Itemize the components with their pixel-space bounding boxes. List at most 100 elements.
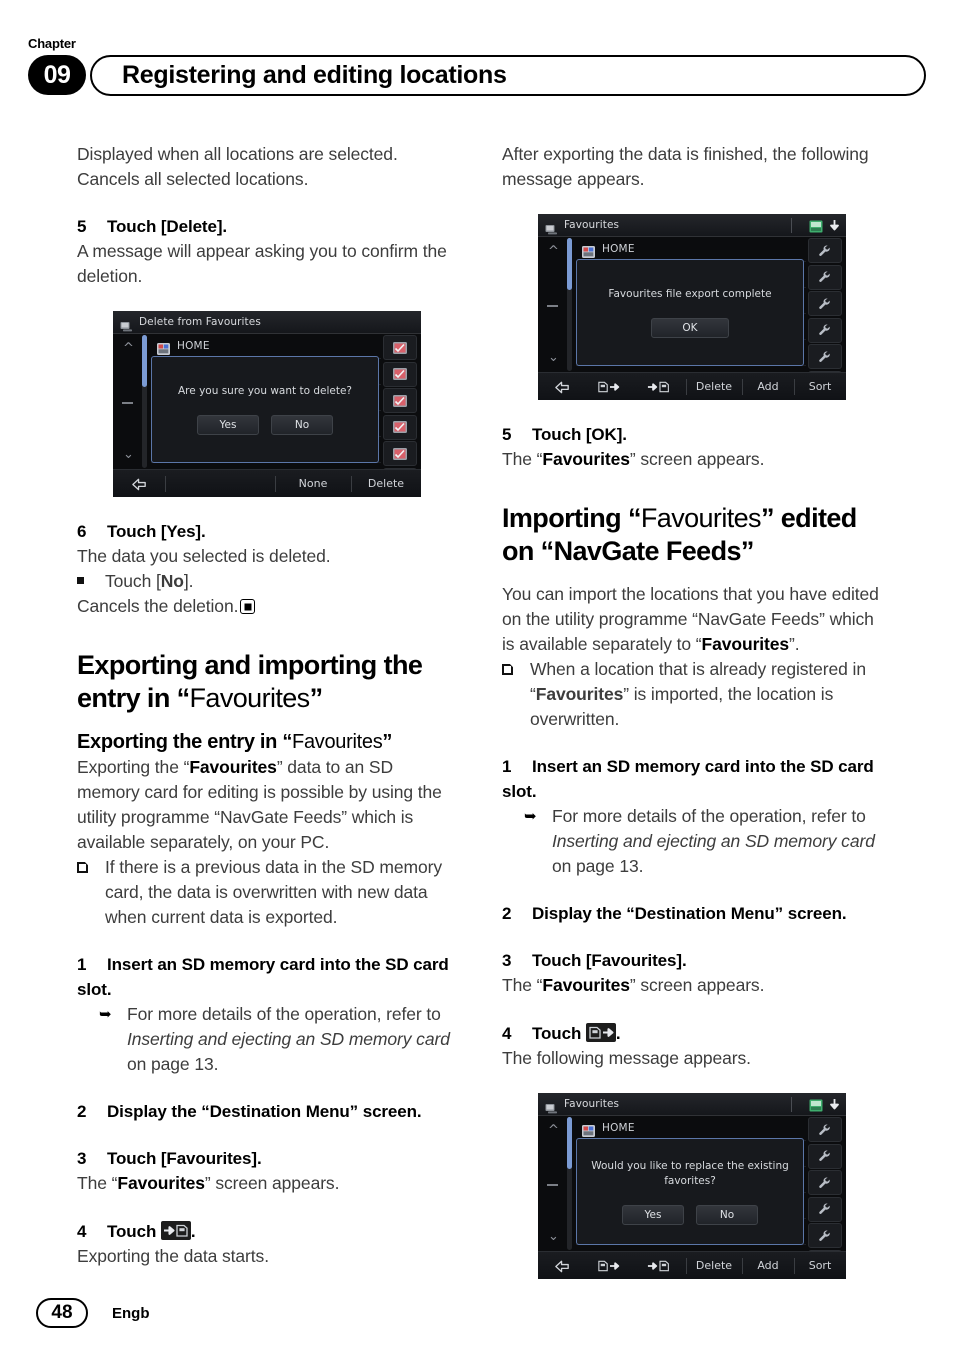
- note-overwrite-bold: Favourites: [535, 684, 624, 704]
- scroll-up-icon[interactable]: ^: [123, 342, 134, 355]
- right-step-1-note-text: For more details of the operation, refer…: [552, 804, 882, 879]
- reference-arrow-icon: ➥: [524, 808, 537, 825]
- download-arrow-icon[interactable]: [829, 1097, 840, 1116]
- right-step-5-text: Touch [OK].: [532, 425, 627, 444]
- right-step-5-number: 5: [502, 425, 512, 444]
- section-heading-importing: Importing “Favourites” edited on “NavGat…: [502, 502, 882, 568]
- step-6-heading: 6 Touch [Yes].: [77, 519, 457, 544]
- screenshot-delete-from-favourites: Delete from Favourites ^ ⌄ HOME Are you …: [113, 311, 421, 497]
- exporting-paragraph-bold: Favourites: [189, 757, 277, 777]
- scroll-down-icon[interactable]: ⌄: [548, 1230, 559, 1243]
- scroll-up-icon[interactable]: ^: [548, 1124, 559, 1137]
- wrench-icon[interactable]: [808, 1143, 842, 1169]
- delete-check-icon[interactable]: [383, 441, 417, 466]
- download-arrow-icon[interactable]: [829, 218, 840, 237]
- right-step-1-text: Insert an SD memory card into the SD car…: [502, 757, 874, 801]
- page-number: 48: [36, 1298, 88, 1328]
- add-button[interactable]: Add: [742, 1252, 794, 1279]
- wrench-icon[interactable]: [808, 238, 842, 263]
- note-previous-data: If there is a previous data in the SD me…: [77, 855, 457, 930]
- scroll-down-icon[interactable]: ⌄: [123, 448, 134, 461]
- step-4-body: Exporting the data starts.: [77, 1246, 269, 1266]
- dialog-message: Would you like to replace the existing f…: [591, 1159, 789, 1187]
- import-from-sd-icon[interactable]: [586, 1252, 634, 1279]
- delete-check-icon[interactable]: [383, 335, 417, 360]
- scroll-thumb[interactable]: [142, 335, 147, 387]
- note-overwrite: When a location that is already register…: [502, 657, 882, 732]
- delete-check-icon[interactable]: [383, 414, 417, 440]
- language-code: Engb: [112, 1304, 150, 1322]
- note-bold: No: [160, 571, 184, 591]
- scroll-down-icon[interactable]: ⌄: [548, 351, 559, 364]
- ok-button[interactable]: OK: [651, 318, 729, 338]
- delete-check-icon[interactable]: [383, 361, 417, 387]
- section-heading-part2: ”: [309, 683, 324, 713]
- device-title-bar: Favourites: [538, 214, 846, 237]
- wrench-icon[interactable]: [808, 1117, 842, 1142]
- yes-button[interactable]: Yes: [622, 1204, 684, 1225]
- step-3-number: 3: [77, 1149, 87, 1168]
- sort-button[interactable]: Sort: [794, 373, 846, 400]
- device-title-text: Favourites: [564, 1098, 620, 1110]
- importing-paragraph-b: ”.: [789, 634, 800, 654]
- add-button[interactable]: Add: [742, 373, 794, 400]
- no-button[interactable]: No: [271, 415, 333, 435]
- wrench-icon[interactable]: [808, 1196, 842, 1222]
- right-step-4-heading: 4 Touch .: [502, 1020, 882, 1046]
- delete-button[interactable]: Delete: [351, 470, 421, 497]
- step-1-text: Insert an SD memory card into the SD car…: [77, 955, 449, 999]
- right-step-1-note: ➥ For more details of the operation, ref…: [502, 804, 882, 879]
- wrench-icon[interactable]: [808, 1223, 842, 1248]
- back-arrow-icon[interactable]: [538, 373, 586, 400]
- sd-card-icon[interactable]: [809, 218, 823, 237]
- right-step-1-note-italic: Inserting and ejecting an SD memory card: [552, 831, 875, 851]
- wrench-icon[interactable]: [808, 291, 842, 316]
- delete-button[interactable]: Delete: [686, 1252, 742, 1279]
- right-step-3-body-b: ” screen appears.: [629, 975, 765, 995]
- export-to-sd-icon[interactable]: [634, 1252, 686, 1279]
- device-scrollbar[interactable]: ^ ⌄: [542, 1118, 568, 1249]
- back-arrow-icon[interactable]: [538, 1252, 586, 1279]
- scroll-track[interactable]: [567, 1117, 572, 1250]
- device-scrollbar[interactable]: ^ ⌄: [542, 239, 568, 370]
- back-arrow-icon[interactable]: [113, 470, 165, 497]
- delete-button[interactable]: Delete: [686, 373, 742, 400]
- device-scrollbar[interactable]: ^ ⌄: [117, 336, 143, 467]
- import-from-sd-icon[interactable]: [586, 373, 634, 400]
- none-button[interactable]: None: [275, 470, 351, 497]
- page-header: Chapter 09 Registering and editing locat…: [28, 36, 926, 98]
- dialog-buttons: Yes No: [197, 415, 333, 435]
- replace-confirm-dialog: Would you like to replace the existing f…: [576, 1138, 804, 1245]
- note-touch-no: Touch [No].: [77, 569, 457, 594]
- right-step-4-text-after: .: [615, 1024, 621, 1043]
- right-step-4-body: The following message appears.: [502, 1048, 751, 1068]
- scroll-track[interactable]: [142, 335, 147, 468]
- device-body: ^ ⌄ HOME: [538, 237, 846, 396]
- right-step-2-heading: 2 Display the “Destination Menu” screen.: [502, 901, 882, 926]
- exporting-paragraph: Exporting the “Favourites” data to an SD…: [77, 755, 457, 855]
- scroll-thumb[interactable]: [567, 1117, 572, 1169]
- delete-check-icon[interactable]: [383, 388, 417, 413]
- device-title-text: Favourites: [564, 219, 620, 231]
- wrench-icon[interactable]: [808, 317, 842, 343]
- sort-button[interactable]: Sort: [794, 1252, 846, 1279]
- scroll-track[interactable]: [567, 238, 572, 371]
- export-to-sd-icon[interactable]: [634, 373, 686, 400]
- chapter-number-badge: 09: [28, 55, 86, 95]
- right-step-3-heading: 3 Touch [Favourites].: [502, 948, 882, 973]
- page-title-text: Registering and editing locations: [122, 61, 507, 89]
- yes-button[interactable]: Yes: [197, 415, 259, 435]
- scroll-middle-dash: [547, 1183, 558, 1186]
- right-step-1-note-a: For more details of the operation, refer…: [552, 806, 866, 826]
- scroll-up-icon[interactable]: ^: [548, 245, 559, 258]
- wrench-icon[interactable]: [808, 264, 842, 290]
- device-bottom-bar: Delete Add Sort: [538, 1251, 846, 1279]
- step-5-number: 5: [77, 217, 87, 236]
- no-button[interactable]: No: [696, 1204, 758, 1225]
- scroll-thumb[interactable]: [567, 238, 572, 290]
- wrench-icon[interactable]: [808, 1170, 842, 1195]
- wrench-icon[interactable]: [808, 344, 842, 369]
- reference-arrow-icon: ➥: [99, 1006, 112, 1023]
- sd-card-icon[interactable]: [809, 1097, 823, 1116]
- right-step-2-text: Display the “Destination Menu” screen.: [532, 904, 847, 923]
